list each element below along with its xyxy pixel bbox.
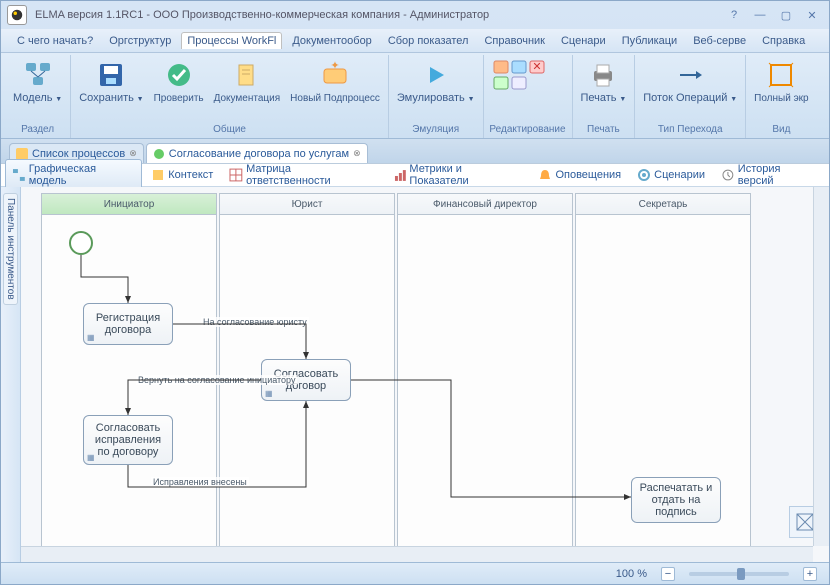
window-title: ELMA версия 1.1RC1 - ООО Производственно… — [35, 9, 719, 21]
edit-icons: ✕ — [492, 59, 564, 91]
history-icon — [721, 168, 735, 182]
tools-panel-collapsed[interactable]: Панель инструментов — [1, 187, 21, 562]
bell-icon — [538, 168, 552, 182]
menu-pub[interactable]: Публикаци — [616, 32, 684, 50]
start-event[interactable] — [69, 231, 93, 255]
save-button[interactable]: Сохранить ▼ — [75, 57, 147, 107]
context-icon — [151, 168, 165, 182]
task-registration[interactable]: Регистрация договора▦ — [83, 303, 173, 345]
process-icon — [153, 148, 165, 160]
flow-type-button[interactable]: Поток Операций ▼ — [639, 57, 741, 107]
subtabs: Графическая модель Контекст Матрица отве… — [1, 163, 829, 187]
group-emul: Эмуляция — [393, 123, 479, 136]
menu-docs[interactable]: Документообор — [286, 32, 377, 50]
zoom-in-button[interactable]: + — [803, 567, 817, 581]
close-icon[interactable]: ⊗ — [129, 148, 137, 159]
emulate-icon — [420, 59, 452, 91]
titlebar: ELMA версия 1.1RC1 - ООО Производственно… — [1, 1, 829, 29]
menu-org[interactable]: Оргструктур — [103, 32, 177, 50]
svg-text:✕: ✕ — [532, 61, 541, 73]
zoom-value: 100 % — [616, 568, 647, 580]
task-fix[interactable]: Согласовать исправления по договору▦ — [83, 415, 173, 465]
docs-icon — [231, 59, 263, 91]
metrics-icon — [393, 168, 407, 182]
lane-header-findir[interactable]: Финансовый директор — [397, 193, 573, 215]
fullscreen-button[interactable]: Полный экр — [750, 57, 812, 106]
lane-header-lawyer[interactable]: Юрист — [219, 193, 395, 215]
gear-icon — [637, 168, 651, 182]
minimize-button[interactable]: — — [749, 6, 771, 24]
subprocess-button[interactable]: ✦ Новый Подпроцесс — [286, 57, 384, 106]
flow-icon — [674, 59, 706, 91]
svg-text:✦: ✦ — [330, 61, 339, 72]
process-canvas[interactable]: Инициатор Юрист Финансовый директор Секр… — [21, 187, 829, 562]
group-common: Общие — [75, 123, 384, 136]
check-icon — [163, 59, 195, 91]
subprocess-icon: ✦ — [319, 59, 351, 91]
menu-processes[interactable]: Процессы WorkFl — [181, 32, 282, 49]
maximize-button[interactable]: ▢ — [775, 6, 797, 24]
diagram-icon — [12, 168, 26, 182]
list-icon — [16, 148, 28, 160]
group-transition: Тип Перехода — [639, 123, 741, 136]
menu-start[interactable]: С чего начать? — [11, 32, 99, 50]
model-button[interactable]: Модель ▼ — [9, 57, 66, 107]
menu-kpi[interactable]: Сбор показател — [382, 32, 475, 50]
print-button[interactable]: Печать ▼ — [577, 57, 631, 107]
menubar: С чего начать? Оргструктур Процессы Work… — [1, 29, 829, 53]
subtab-alerts[interactable]: Оповещения — [531, 164, 628, 186]
task-print[interactable]: Распечатать и отдать на подпись — [631, 477, 721, 523]
label-fixed: Исправления внесены — [151, 477, 249, 487]
menu-ref[interactable]: Справочник — [478, 32, 551, 50]
lane-header-initiator[interactable]: Инициатор — [41, 193, 217, 215]
scrollbar-horizontal[interactable] — [21, 546, 813, 562]
close-button[interactable]: ✕ — [801, 6, 823, 24]
app-icon — [7, 5, 27, 25]
menu-scen[interactable]: Сценари — [555, 32, 612, 50]
statusbar: 100 % − + — [1, 562, 829, 584]
subtab-context[interactable]: Контекст — [144, 164, 220, 186]
lane-initiator — [41, 215, 217, 562]
help-button[interactable]: ? — [723, 6, 745, 24]
docs-button[interactable]: Документация — [210, 57, 285, 106]
ribbon: Модель ▼ Раздел Сохранить ▼ Проверить До… — [1, 53, 829, 139]
menu-web[interactable]: Веб-серве — [687, 32, 752, 50]
scrollbar-vertical[interactable] — [813, 187, 829, 546]
group-print: Печать — [577, 123, 631, 136]
emulate-button[interactable]: Эмулировать ▼ — [393, 57, 479, 107]
fullscreen-icon — [765, 59, 797, 91]
zoom-slider[interactable] — [689, 572, 789, 576]
group-view: Вид — [750, 123, 812, 136]
check-button[interactable]: Проверить — [150, 57, 208, 106]
matrix-icon — [229, 168, 243, 182]
save-icon — [95, 59, 127, 91]
group-section: Раздел — [9, 123, 66, 136]
subtab-scenarios[interactable]: Сценарии — [630, 164, 712, 186]
lane-header-secretary[interactable]: Секретарь — [575, 193, 751, 215]
edit-buttons[interactable]: ✕ — [488, 57, 568, 95]
label-to-lawyer: На согласование юристу — [201, 317, 309, 327]
lane-findir — [397, 215, 573, 562]
zoom-out-button[interactable]: − — [661, 567, 675, 581]
label-return: Вернуть на согласование инициатору — [136, 375, 297, 385]
menu-help[interactable]: Справка — [756, 32, 811, 50]
model-icon — [22, 59, 54, 91]
close-icon[interactable]: ⊗ — [353, 148, 361, 159]
print-icon — [587, 59, 619, 91]
group-edit: Редактирование — [488, 123, 568, 136]
